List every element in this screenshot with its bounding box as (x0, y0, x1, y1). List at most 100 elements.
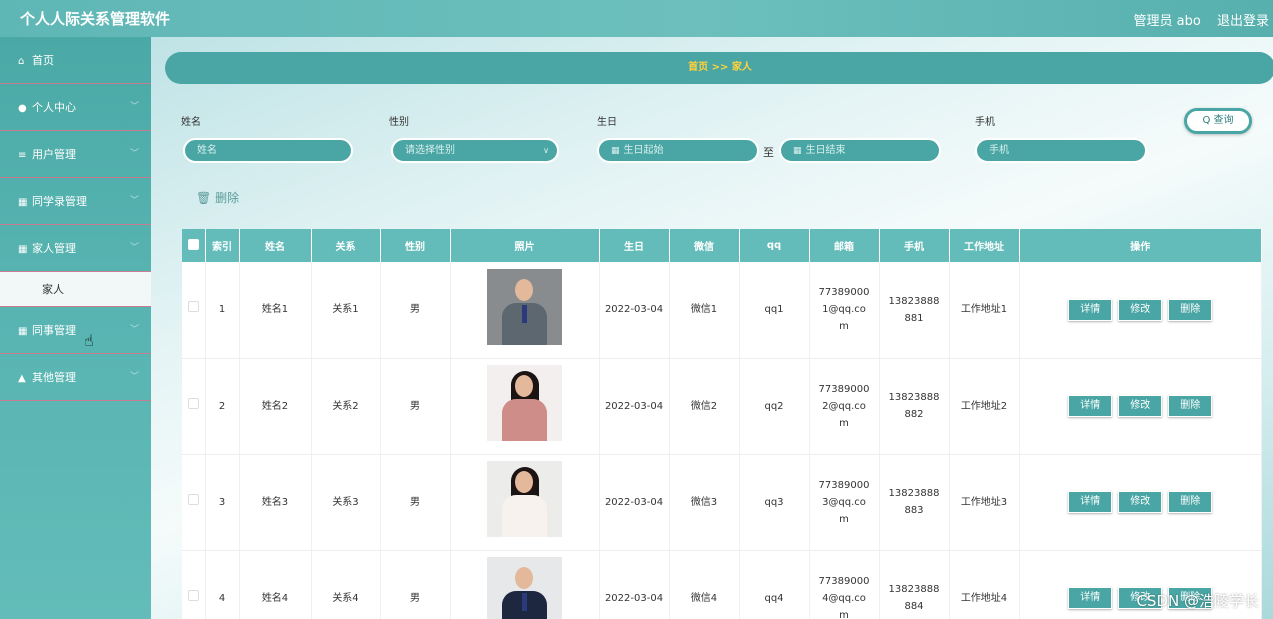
person-photo (487, 268, 562, 345)
gender-filter-label: 性别 (389, 117, 409, 128)
row-checkbox[interactable] (187, 589, 199, 601)
person-photo (487, 557, 562, 619)
index-cell: 2 (205, 358, 240, 455)
thumb-icon: ▲ (18, 373, 26, 384)
top-right-area: 管理员 abo 退出登录 (1134, 10, 1273, 29)
sidebar-item-colleagues[interactable]: ▦ 同事管理 ﹀ (0, 307, 151, 354)
sidebar-item-label: 其他管理 (32, 371, 76, 384)
top-bar: 个人人际关系管理软件 管理员 abo 退出登录 (0, 0, 1273, 37)
date-range-separator: 至 (763, 146, 774, 159)
delete-button[interactable]: 删除 (1168, 491, 1213, 513)
pointer-cursor-icon: ☝ (84, 331, 94, 350)
sidebar-subitem-family[interactable]: 家人 (0, 272, 151, 307)
address-cell: 工作地址1 (949, 262, 1020, 359)
gender-cell: 男 (380, 262, 451, 359)
person-photo (487, 365, 562, 441)
name-cell: 姓名3 (239, 454, 312, 551)
chevron-down-icon: ﹀ (129, 243, 139, 253)
birthday-start-placeholder: 生日起始 (623, 145, 664, 156)
chevron-down-icon: ﹀ (129, 149, 139, 159)
column-header: 性别 (380, 229, 451, 262)
user-icon: ● (18, 103, 27, 114)
row-checkbox[interactable] (187, 493, 199, 505)
chevron-down-icon: ﹀ (129, 325, 139, 335)
edit-button[interactable]: 修改 (1118, 395, 1163, 417)
edit-button[interactable]: 修改 (1118, 491, 1163, 513)
sidebar-item-label: 同学录管理 (32, 195, 87, 208)
row-select-cell (182, 454, 206, 551)
sidebar-item-label: 个人中心 (32, 101, 76, 114)
address-cell: 工作地址2 (949, 358, 1020, 455)
wechat-cell: 微信4 (669, 550, 740, 619)
detail-button[interactable]: 详情 (1068, 587, 1113, 609)
delete-button[interactable]: 删除 (1168, 298, 1213, 321)
index-cell: 4 (205, 550, 240, 619)
row-select-cell (182, 550, 206, 619)
search-button-label: 查询 (1213, 115, 1234, 126)
watermark: CSDN @浩陵学长 (1136, 592, 1259, 610)
name-search-input[interactable]: 姓名 (183, 138, 353, 163)
qq-cell: qq4 (739, 550, 810, 619)
relation-cell: 关系2 (311, 358, 381, 455)
sidebar-item-home[interactable]: ⌂ 首页 (0, 37, 151, 84)
phone-cell: 13823888882 (879, 358, 950, 455)
gender-placeholder: 请选择性别 (405, 145, 455, 156)
sidebar-item-classmates[interactable]: ▦ 同学录管理 ﹀ (0, 178, 151, 225)
chevron-down-icon: ﹀ (129, 102, 139, 112)
name-filter-label: 姓名 (181, 117, 201, 128)
qq-cell: qq3 (739, 454, 810, 551)
row-checkbox[interactable] (187, 301, 199, 313)
email-cell: 773890003@qq.com (809, 454, 880, 551)
search-icon: Q (1202, 115, 1214, 126)
column-header: 关系 (311, 229, 381, 262)
table-header-row: 索引 姓名 关系 性别 照片 生日 微信 qq 邮箱 手机 工作地址 操作 (182, 229, 1262, 262)
relation-cell: 关系4 (311, 550, 381, 619)
detail-button[interactable]: 详情 (1068, 491, 1113, 513)
edit-button[interactable]: 修改 (1118, 298, 1163, 321)
row-checkbox[interactable] (187, 397, 199, 409)
column-header: 微信 (669, 229, 740, 262)
sidebar-item-family[interactable]: ▦ 家人管理 ﹀ (0, 225, 151, 272)
app-title: 个人人际关系管理软件 (20, 10, 171, 28)
column-header: 操作 (1019, 229, 1262, 262)
sidebar-item-label: 首页 (32, 54, 54, 67)
sidebar-item-others[interactable]: ▲ 其他管理 ﹀ (0, 354, 151, 401)
photo-cell (450, 454, 600, 551)
detail-button[interactable]: 详情 (1068, 298, 1113, 321)
gender-cell: 男 (380, 550, 451, 619)
main-content: 首页 >> 家人 姓名 姓名 性别 请选择性别 ∨ 生日 ▦ 生日起始 至 ▦ 生日结… (151, 37, 1273, 619)
name-placeholder: 姓名 (197, 145, 217, 156)
table-row: 3 姓名3 关系3 男 2022-03-04 微信3 qq3 773890003… (182, 454, 1262, 551)
birthday-cell: 2022-03-04 (599, 358, 670, 455)
gender-select[interactable]: 请选择性别 ∨ (391, 138, 559, 163)
phone-cell: 13823888883 (879, 454, 950, 551)
batch-delete-button[interactable]: 🗑 删除 (196, 189, 239, 206)
wechat-cell: 微信2 (669, 358, 740, 455)
phone-filter-label: 手机 (975, 117, 995, 128)
sidebar-item-users[interactable]: ≡ 用户管理 ﹀ (0, 131, 151, 178)
photo-cell (450, 262, 600, 359)
sidebar-item-label: 同事管理 (32, 324, 76, 337)
relation-cell: 关系1 (311, 262, 381, 359)
birthday-end-input[interactable]: ▦ 生日结束 (779, 138, 941, 163)
birthday-end-placeholder: 生日结束 (805, 145, 846, 156)
table-row: 2 姓名2 关系2 男 2022-03-04 微信2 qq2 773890002… (182, 358, 1262, 455)
column-header: 照片 (450, 229, 600, 262)
column-header: 手机 (879, 229, 950, 262)
birthday-start-input[interactable]: ▦ 生日起始 (597, 138, 759, 163)
delete-button[interactable]: 删除 (1168, 395, 1213, 417)
column-header: 工作地址 (949, 229, 1020, 262)
phone-search-input[interactable]: 手机 (975, 138, 1147, 163)
chevron-down-icon: ﹀ (129, 196, 139, 206)
address-cell: 工作地址4 (949, 550, 1020, 619)
current-user: 管理员 abo (1133, 14, 1201, 29)
sidebar-item-label: 家人管理 (32, 242, 76, 255)
sidebar-item-profile[interactable]: ● 个人中心 ﹀ (0, 84, 151, 131)
email-cell: 773890001@qq.com (809, 262, 880, 359)
search-button[interactable]: Q 查询 (1184, 108, 1252, 134)
logout-link[interactable]: 退出登录 (1217, 14, 1269, 29)
select-all-checkbox[interactable] (187, 238, 199, 250)
phone-placeholder: 手机 (989, 145, 1009, 156)
gender-cell: 男 (380, 358, 451, 455)
detail-button[interactable]: 详情 (1068, 395, 1113, 417)
